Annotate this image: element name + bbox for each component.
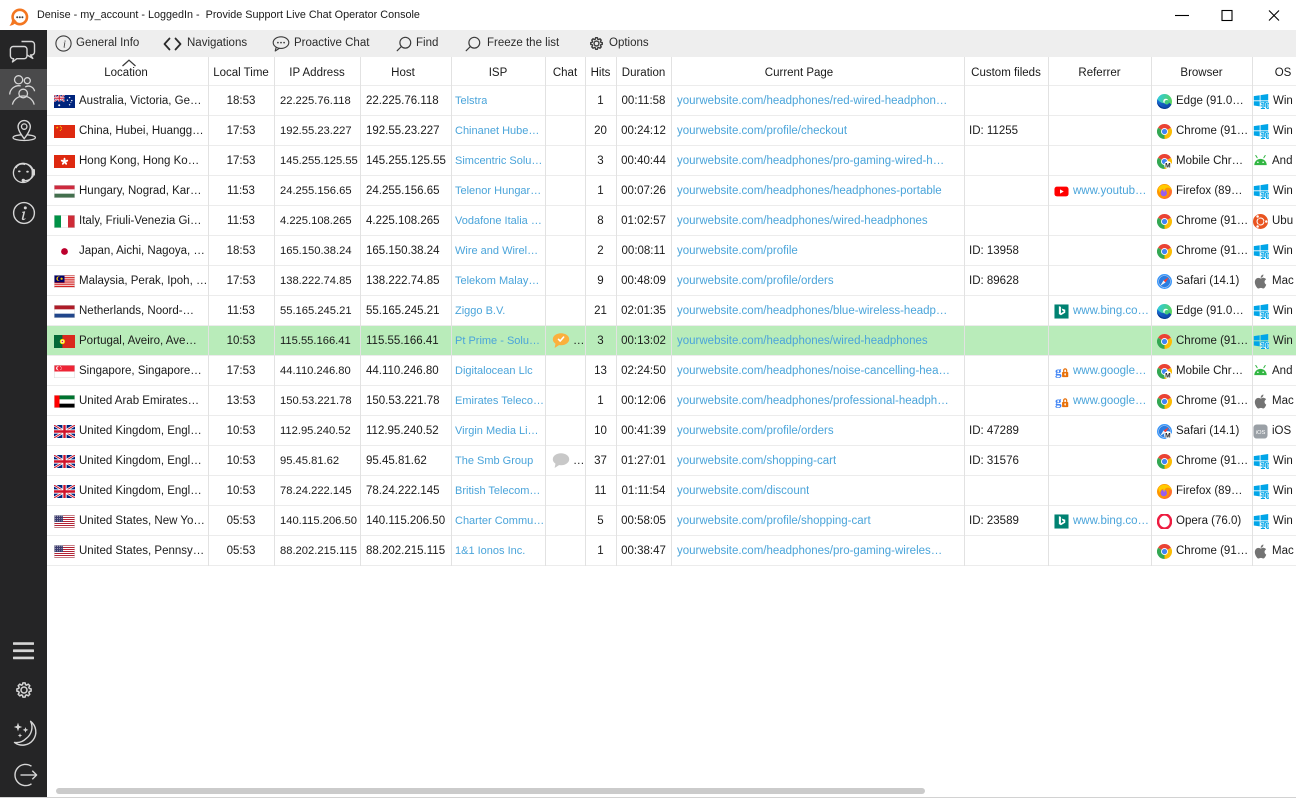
svg-text:10: 10 bbox=[1260, 521, 1269, 529]
svg-text:M: M bbox=[1165, 162, 1171, 169]
svg-text:iOS: iOS bbox=[1256, 430, 1266, 436]
svg-text:10: 10 bbox=[1260, 131, 1269, 139]
svg-text:g: g bbox=[1055, 394, 1062, 409]
svg-text:10: 10 bbox=[1260, 191, 1269, 199]
svg-text:10: 10 bbox=[1260, 101, 1269, 109]
svg-text:10: 10 bbox=[1260, 311, 1269, 319]
svg-text:10: 10 bbox=[1260, 491, 1269, 499]
svg-text:M: M bbox=[1165, 432, 1171, 439]
svg-text:g: g bbox=[1055, 364, 1062, 379]
svg-text:10: 10 bbox=[1260, 251, 1269, 259]
svg-text:i: i bbox=[63, 39, 66, 50]
svg-text:10: 10 bbox=[1260, 341, 1269, 349]
svg-text:10: 10 bbox=[1260, 461, 1269, 469]
svg-text:M: M bbox=[1165, 372, 1171, 379]
